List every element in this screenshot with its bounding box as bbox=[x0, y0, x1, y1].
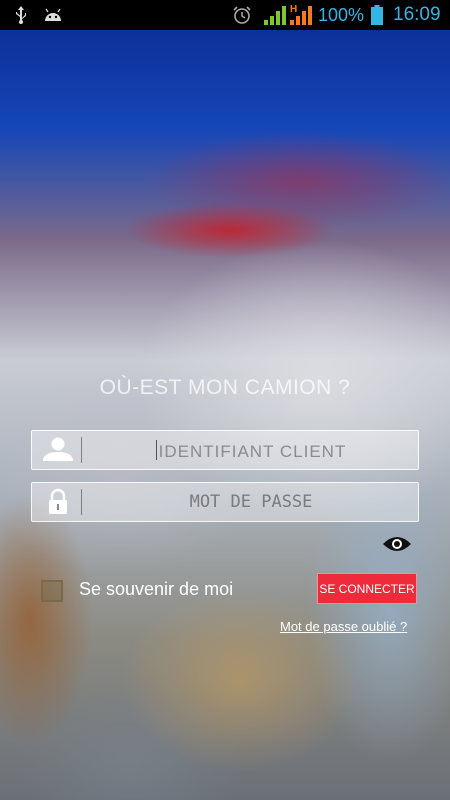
lock-icon bbox=[49, 488, 67, 514]
alarm-icon bbox=[233, 6, 251, 24]
status-bar: H 100% 16:09 bbox=[0, 0, 450, 30]
usb-icon bbox=[16, 6, 26, 24]
connect-button[interactable]: SE CONNECTER bbox=[317, 573, 417, 604]
remember-me-label[interactable]: Se souvenir de moi bbox=[79, 579, 233, 600]
android-icon bbox=[45, 8, 61, 21]
signal-icon bbox=[264, 6, 286, 25]
show-password-eye-icon[interactable] bbox=[382, 533, 412, 555]
username-placeholder-text: IDENTIFIANT CLIENT bbox=[158, 442, 347, 461]
field-separator bbox=[81, 437, 82, 463]
remember-me-checkbox[interactable] bbox=[41, 580, 63, 602]
battery-percent: 100% bbox=[318, 5, 365, 25]
username-placeholder: IDENTIFIANT CLIENT bbox=[84, 440, 418, 462]
text-cursor bbox=[155, 440, 157, 460]
signal-h-label: H bbox=[290, 4, 297, 15]
blurred-background-photo bbox=[0, 0, 450, 800]
page-title: OÙ-EST MON CAMION ? bbox=[99, 376, 351, 399]
password-field[interactable]: MOT DE PASSE bbox=[31, 482, 419, 522]
battery-icon bbox=[371, 5, 383, 25]
user-icon bbox=[43, 437, 73, 461]
forgot-password-link[interactable]: Mot de passe oublié ? bbox=[280, 619, 407, 634]
signal-h-icon: H bbox=[290, 4, 312, 25]
username-field[interactable]: IDENTIFIANT CLIENT bbox=[31, 430, 419, 470]
field-separator bbox=[81, 489, 82, 515]
password-placeholder: MOT DE PASSE bbox=[189, 492, 313, 512]
clock: 16:09 bbox=[393, 4, 441, 25]
